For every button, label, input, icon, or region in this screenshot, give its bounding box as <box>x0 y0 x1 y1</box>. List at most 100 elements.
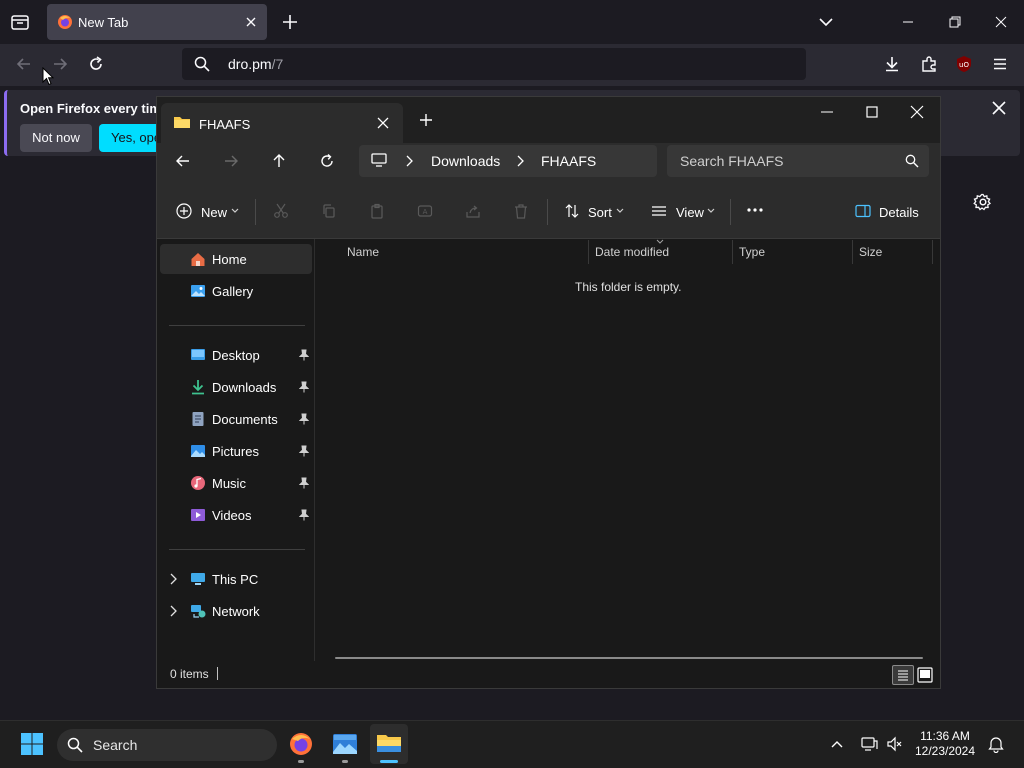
column-separator[interactable] <box>588 240 589 264</box>
sort-button[interactable]: Sort <box>588 205 612 220</box>
file-list-area[interactable] <box>316 239 940 661</box>
ublock-origin-icon[interactable]: uO <box>954 54 974 74</box>
breadcrumb[interactable]: Downloads FHAAFS <box>359 145 657 177</box>
menu-hamburger-icon[interactable] <box>990 54 1010 74</box>
paste-clipboard-icon[interactable] <box>369 203 385 219</box>
sort-arrows-icon[interactable] <box>564 203 580 219</box>
pin-icon[interactable] <box>299 381 309 393</box>
breadcrumb-downloads[interactable]: Downloads <box>431 153 500 169</box>
pin-icon[interactable] <box>299 413 309 425</box>
details-view-toggle-icon[interactable] <box>892 665 914 685</box>
reload-icon[interactable] <box>86 54 106 74</box>
windows-start-icon[interactable] <box>20 732 44 756</box>
empty-folder-message: This folder is empty. <box>575 280 682 294</box>
list-tabs-chevron-icon[interactable] <box>816 12 836 32</box>
column-header-name[interactable]: Name <box>347 245 379 259</box>
downloads-icon[interactable] <box>882 54 902 74</box>
network-status-icon[interactable] <box>860 735 878 753</box>
minimize-icon[interactable] <box>898 12 918 32</box>
explorer-forward-icon[interactable] <box>223 153 239 169</box>
svg-text:A: A <box>423 208 428 216</box>
restore-icon[interactable] <box>945 12 965 32</box>
close-explorer-tab-icon[interactable] <box>377 117 389 129</box>
cut-scissors-icon[interactable] <box>273 203 289 219</box>
explorer-tab-title: FHAAFS <box>199 117 251 132</box>
item-count: 0 items <box>170 667 209 681</box>
close-tab-icon[interactable] <box>243 14 259 30</box>
url-bar[interactable]: dro.pm/7 <box>182 48 806 80</box>
not-now-button[interactable]: Not now <box>20 124 92 152</box>
breadcrumb-chevron-icon <box>516 155 524 167</box>
sidebar-item-videos[interactable]: Videos <box>160 500 312 530</box>
sidebar-item-label: This PC <box>212 572 259 587</box>
rename-icon[interactable]: A <box>417 203 433 219</box>
sidebar-item-this-pc[interactable]: This PC <box>160 564 312 594</box>
sidebar-item-label: Music <box>212 476 246 491</box>
taskbar-photos-app-icon[interactable] <box>332 732 358 756</box>
sidebar-item-music[interactable]: Music <box>160 468 312 498</box>
column-separator[interactable] <box>852 240 853 264</box>
column-separator[interactable] <box>732 240 733 264</box>
volume-muted-icon[interactable] <box>886 735 904 753</box>
column-separator[interactable] <box>932 240 933 264</box>
sort-chevron-icon <box>656 239 664 244</box>
extensions-puzzle-icon[interactable] <box>919 54 939 74</box>
network-icon <box>190 603 206 619</box>
pin-icon[interactable] <box>299 477 309 489</box>
column-header-type[interactable]: Type <box>739 245 765 259</box>
notification-message: Open Firefox every time <box>20 101 169 116</box>
sidebar-item-desktop[interactable]: Desktop <box>160 340 312 370</box>
horizontal-scrollbar[interactable] <box>335 657 923 659</box>
expand-chevron-icon[interactable] <box>169 573 177 585</box>
new-explorer-tab-plus-icon[interactable] <box>419 113 433 127</box>
column-header-size[interactable]: Size <box>859 245 882 259</box>
taskbar-file-explorer-button[interactable] <box>370 724 408 764</box>
browser-tab-new-tab[interactable]: New Tab <box>47 4 267 40</box>
sidebar-item-gallery[interactable]: Gallery <box>160 276 312 306</box>
show-hidden-icons-chevron-icon[interactable] <box>829 736 845 752</box>
pin-icon[interactable] <box>299 509 309 521</box>
new-tab-plus-icon[interactable] <box>280 12 300 32</box>
search-icon <box>905 154 919 168</box>
share-icon[interactable] <box>465 203 481 219</box>
pin-icon[interactable] <box>299 349 309 361</box>
sidebar-item-downloads[interactable]: Downloads <box>160 372 312 402</box>
taskbar-firefox-icon[interactable] <box>288 731 314 757</box>
details-pane-icon[interactable] <box>855 204 871 218</box>
expand-chevron-icon[interactable] <box>169 605 177 617</box>
breadcrumb-fhaafs[interactable]: FHAAFS <box>541 153 596 169</box>
sidebar-item-documents[interactable]: Documents <box>160 404 312 434</box>
taskbar-search-box[interactable]: Search <box>57 729 277 761</box>
pin-icon[interactable] <box>299 445 309 457</box>
firefox-view-icon[interactable] <box>10 12 30 32</box>
close-window-icon[interactable] <box>991 12 1011 32</box>
view-lines-icon[interactable] <box>651 203 667 219</box>
settings-gear-icon[interactable] <box>973 192 993 212</box>
new-plus-circle-icon[interactable] <box>176 203 192 219</box>
notifications-bell-icon[interactable] <box>987 735 1005 753</box>
column-header-date-modified[interactable]: Date modified <box>595 245 669 259</box>
explorer-refresh-icon[interactable] <box>319 153 335 169</box>
explorer-search-input[interactable]: Search FHAAFS <box>667 145 929 177</box>
download-arrow-icon <box>190 379 206 395</box>
large-icons-view-toggle-icon[interactable] <box>916 666 934 684</box>
sidebar-item-network[interactable]: Network <box>160 596 312 626</box>
back-arrow-icon[interactable] <box>14 54 34 74</box>
sidebar-item-home[interactable]: Home <box>160 244 312 274</box>
more-options-ellipsis-icon[interactable] <box>746 205 764 215</box>
sidebar-item-label: Home <box>212 252 247 267</box>
explorer-maximize-icon[interactable] <box>865 105 879 119</box>
copy-icon[interactable] <box>321 203 337 219</box>
taskbar-clock[interactable]: 11:36 AM 12/23/2024 <box>910 729 980 759</box>
sidebar-item-pictures[interactable]: Pictures <box>160 436 312 466</box>
dismiss-notification-close-icon[interactable] <box>989 98 1009 118</box>
delete-trash-icon[interactable] <box>513 203 529 219</box>
view-button[interactable]: View <box>676 205 704 220</box>
new-button[interactable]: New <box>201 205 227 220</box>
explorer-up-icon[interactable] <box>271 153 287 169</box>
explorer-close-icon[interactable] <box>910 105 924 119</box>
explorer-back-icon[interactable] <box>175 153 191 169</box>
details-button[interactable]: Details <box>879 205 919 220</box>
explorer-tab-fhaafs[interactable]: FHAAFS <box>161 103 403 143</box>
explorer-minimize-icon[interactable] <box>820 105 834 119</box>
